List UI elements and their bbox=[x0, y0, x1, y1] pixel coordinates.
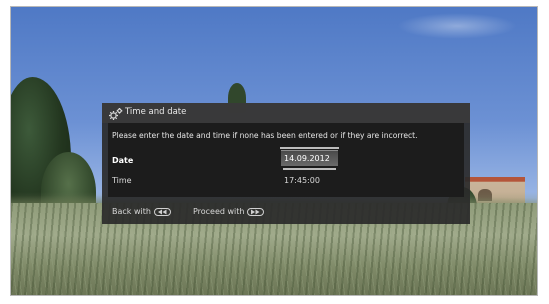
back-hint[interactable]: Back with bbox=[112, 207, 171, 216]
time-and-date-dialog: Time and date Please enter the date and … bbox=[102, 103, 470, 224]
date-value: 14.09.2012 bbox=[284, 154, 330, 163]
rewind-key-icon bbox=[153, 207, 171, 216]
dialog-body: Please enter the date and time if none h… bbox=[108, 123, 464, 197]
proceed-hint[interactable]: Proceed with bbox=[193, 207, 265, 216]
proceed-hint-label: Proceed with bbox=[192, 207, 245, 216]
date-label: Date bbox=[112, 156, 134, 165]
time-label: Time bbox=[112, 176, 132, 185]
gear-icon bbox=[108, 106, 124, 120]
dialog-header: Time and date bbox=[102, 103, 470, 123]
date-field[interactable]: 14.09.2012 bbox=[280, 147, 339, 170]
tv-screen: Time and date Please enter the date and … bbox=[10, 6, 538, 296]
background-cloud bbox=[397, 13, 517, 39]
dialog-title: Time and date bbox=[125, 107, 187, 117]
fast-forward-key-icon bbox=[247, 207, 265, 216]
back-hint-label: Back with bbox=[112, 207, 151, 216]
time-field[interactable]: 17:45:00 bbox=[284, 176, 320, 185]
dialog-footer: Back with Proceed with bbox=[112, 207, 265, 216]
instruction-text: Please enter the date and time if none h… bbox=[112, 131, 418, 140]
